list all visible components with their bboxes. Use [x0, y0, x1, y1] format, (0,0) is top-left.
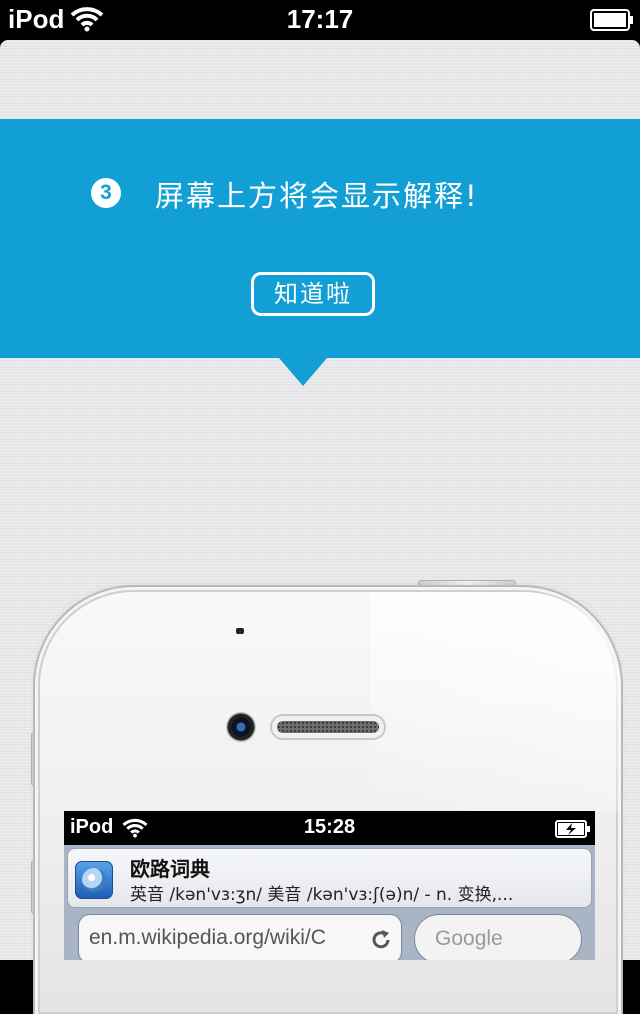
earpiece-speaker [270, 714, 386, 740]
status-bar: iPod 17:17 [0, 0, 640, 40]
url-text: en.m.wikipedia.org/wiki/C [89, 926, 326, 949]
got-it-button[interactable]: 知道啦 [251, 272, 375, 316]
dictionary-app-icon [75, 861, 113, 899]
banner-pointer-arrow [279, 358, 327, 386]
phone-screen: iPod 15:28 欧路词典 英音 /kən'vɜ:ʒn/ 美音 /kən'v… [64, 811, 595, 960]
search-placeholder: Google [435, 927, 503, 950]
search-field[interactable]: Google [414, 914, 582, 960]
reload-icon[interactable] [369, 928, 393, 957]
notification-title: 欧路词典 [130, 857, 210, 881]
step-badge: 3 [91, 178, 121, 208]
front-camera-icon [226, 712, 256, 742]
tip-banner: 3 屏幕上方将会显示解释! 知道啦 [0, 119, 640, 358]
notification-body: 英音 /kən'vɜ:ʒn/ 美音 /kən'vɜ:ʃ(ə)n/ - n. 变换… [130, 885, 514, 905]
phone-proximity-sensor [236, 628, 244, 634]
phone-clock: 15:28 [303, 816, 356, 838]
phone-glare [370, 592, 620, 812]
tip-text: 屏幕上方将会显示解释! [155, 179, 479, 213]
clock: 17:17 [286, 4, 354, 34]
dictionary-notification[interactable]: 欧路词典 英音 /kən'vɜ:ʒn/ 美音 /kən'vɜ:ʃ(ə)n/ - … [67, 848, 592, 908]
url-field[interactable]: en.m.wikipedia.org/wiki/C [78, 914, 402, 960]
charging-battery-icon [555, 820, 591, 843]
phone-status-bar: iPod 15:28 [64, 811, 595, 845]
battery-icon [590, 9, 634, 35]
